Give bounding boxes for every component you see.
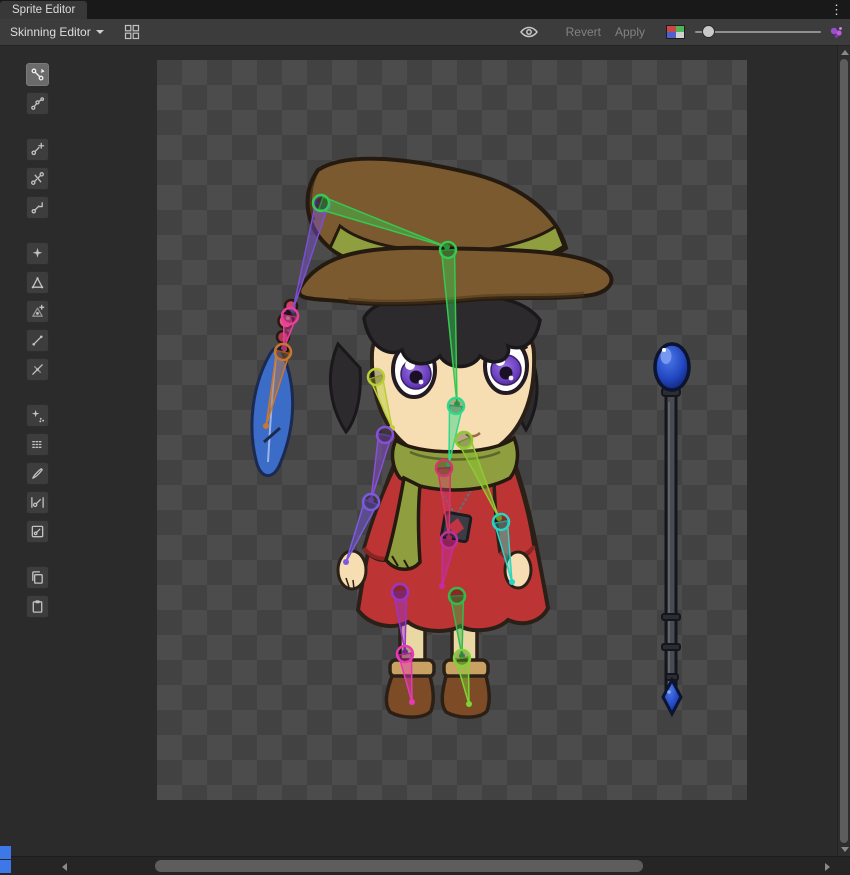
zoom-slider-track	[695, 31, 821, 33]
tool-group	[26, 404, 49, 543]
preview-pose-icon	[30, 67, 45, 82]
auto-weights-icon	[30, 408, 45, 423]
mode-dropdown[interactable]: Skinning Editor	[6, 23, 108, 41]
scroll-right-icon[interactable]	[825, 863, 830, 871]
sprite-sheet-button[interactable]	[122, 22, 142, 42]
create-edge-icon	[30, 333, 45, 348]
preview-pose-tool[interactable]	[26, 63, 49, 86]
tab-title: Sprite Editor	[12, 4, 75, 16]
split-bone-tool[interactable]	[26, 167, 49, 190]
edit-joints-tool[interactable]	[26, 92, 49, 115]
scroll-up-icon[interactable]	[841, 50, 849, 55]
scroll-down-icon[interactable]	[841, 847, 849, 852]
bone-influence-tool[interactable]	[26, 491, 49, 514]
chevron-down-icon	[96, 30, 104, 34]
window-menu-icon[interactable]: ⋮	[830, 1, 843, 18]
eye-icon	[519, 24, 539, 40]
horizontal-scrollbar[interactable]	[0, 856, 850, 875]
edit-geometry-tool[interactable]	[26, 271, 49, 294]
weight-brush-icon	[30, 466, 45, 481]
paste-icon	[30, 599, 45, 614]
scroll-left-icon[interactable]	[62, 863, 67, 871]
skinning-tools-sidebar	[26, 63, 49, 641]
reparent-bone-tool[interactable]	[26, 196, 49, 219]
transparency-checkerboard	[157, 60, 747, 800]
auto-geometry-icon	[30, 246, 45, 261]
reparent-bone-icon	[30, 200, 45, 215]
sprite-editor-window: Sprite Editor ⋮ Skinning Editor Revert A…	[0, 0, 850, 875]
horizontal-scrollbar-thumb[interactable]	[155, 860, 643, 872]
tab-strip: Sprite Editor ⋮	[0, 0, 850, 19]
sprite-sheet-icon	[124, 24, 140, 40]
channel-blue-swatch	[667, 32, 676, 38]
tab-sprite-editor[interactable]: Sprite Editor	[0, 1, 87, 20]
apply-button[interactable]: Apply	[608, 23, 652, 41]
auto-geometry-tool[interactable]	[26, 242, 49, 265]
copy-tool[interactable]	[26, 566, 49, 589]
toolbar: Skinning Editor Revert Apply	[0, 19, 850, 46]
create-edge-tool[interactable]	[26, 329, 49, 352]
copy-icon	[30, 570, 45, 585]
split-edge-icon	[30, 362, 45, 377]
create-bone-tool[interactable]	[26, 138, 49, 161]
create-bone-icon	[30, 142, 45, 157]
auto-weights-tool[interactable]	[26, 404, 49, 427]
canvas-viewport[interactable]	[0, 46, 837, 856]
dock-accent-bottom	[0, 860, 11, 873]
zoom-slider-thumb[interactable]	[703, 26, 714, 37]
visibility-toggle[interactable]	[515, 22, 543, 42]
tool-group	[26, 566, 49, 618]
tool-group	[26, 242, 49, 381]
weight-slider-tool[interactable]	[26, 433, 49, 456]
mip-levels-icon[interactable]	[829, 25, 844, 40]
sprite-influence-tool[interactable]	[26, 520, 49, 543]
edit-joints-icon	[30, 96, 45, 111]
weight-slider-icon	[30, 437, 45, 452]
create-vertex-tool[interactable]	[26, 300, 49, 323]
split-edge-tool[interactable]	[26, 358, 49, 381]
tool-group	[26, 63, 49, 115]
vertical-scrollbar-thumb[interactable]	[840, 59, 848, 843]
bone-influence-icon	[30, 495, 45, 510]
zoom-slider[interactable]	[695, 25, 821, 39]
revert-button[interactable]: Revert	[559, 23, 608, 41]
paste-tool[interactable]	[26, 595, 49, 618]
edit-geometry-icon	[30, 275, 45, 290]
weight-brush-tool[interactable]	[26, 462, 49, 485]
channel-alpha-swatch	[676, 32, 685, 38]
sprite-influence-icon	[30, 524, 45, 539]
mode-dropdown-label: Skinning Editor	[10, 25, 91, 39]
dock-accent-top	[0, 846, 11, 859]
vertical-scrollbar[interactable]	[837, 46, 850, 856]
tool-group	[26, 138, 49, 219]
split-bone-icon	[30, 171, 45, 186]
create-vertex-icon	[30, 304, 45, 319]
color-channels-icon[interactable]	[666, 25, 685, 39]
